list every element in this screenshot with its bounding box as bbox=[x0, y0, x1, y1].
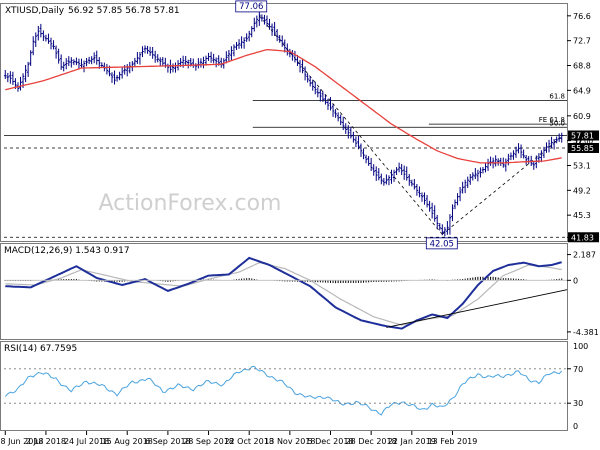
extra-price-label: 57.00 bbox=[573, 138, 593, 146]
x-tick-label: 2 Jul 2018 bbox=[26, 437, 66, 446]
macd-ytick-label: -4.381 bbox=[573, 328, 599, 337]
rsi-ytick-label: 0 bbox=[573, 422, 578, 431]
price-ytick-label: 72.7 bbox=[573, 37, 591, 46]
rsi-ytick-label: 30 bbox=[573, 399, 583, 408]
rsi-ytick-label: 100 bbox=[573, 342, 588, 351]
macd-ytick-label: 2.187 bbox=[573, 251, 596, 260]
x-tick-label: 13 Feb 2019 bbox=[428, 437, 478, 446]
macd-panel bbox=[0, 243, 568, 340]
price-chart: ActionForex.com XTIUSD,Daily 56.92 57.85… bbox=[0, 0, 599, 446]
price-panel bbox=[0, 3, 568, 242]
macd-label: MACD(12,26,9) 1.543 0.917 bbox=[4, 246, 130, 256]
price-ytick-label: 64.9 bbox=[573, 86, 591, 95]
price-axis: 76.672.768.864.960.95753.149.245.341.835… bbox=[567, 12, 599, 243]
price-ytick-label: 45.3 bbox=[573, 211, 591, 220]
rsi-label: RSI(14) 67.7595 bbox=[4, 344, 77, 354]
price-ytick-label: 53.1 bbox=[573, 161, 591, 170]
rsi-ytick-label: 70 bbox=[573, 365, 583, 374]
ohlc-values: 56.92 57.85 56.78 57.81 bbox=[68, 6, 180, 16]
x-axis: 8 Jun 20182 Jul 201824 Jul 201815 Aug 20… bbox=[0, 431, 477, 446]
level-label: 61.8 bbox=[549, 93, 565, 101]
annotation-text: 42.05 bbox=[430, 239, 454, 249]
price-ytick-label: 49.2 bbox=[573, 186, 591, 195]
rsi-panel bbox=[0, 341, 568, 431]
price-ytick-label: 76.6 bbox=[573, 12, 591, 21]
watermark: ActionForex.com bbox=[99, 191, 282, 216]
symbol-label: XTIUSD,Daily bbox=[5, 6, 65, 16]
level-tag-text: 41.83 bbox=[571, 233, 594, 242]
macd-ytick-label: 0 bbox=[573, 276, 578, 285]
level-label: 50.0 bbox=[549, 119, 565, 127]
annotation-text: 77.06 bbox=[239, 2, 263, 12]
price-ytick-label: 60.9 bbox=[573, 112, 591, 121]
price-ytick-label: 68.8 bbox=[573, 62, 591, 71]
